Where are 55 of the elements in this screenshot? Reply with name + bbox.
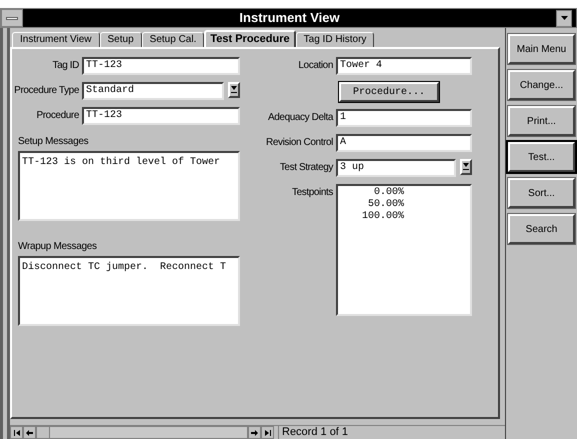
field-label: Adequacy Delta xyxy=(266,111,334,125)
tab[interactable]: Setup Cal. xyxy=(142,32,204,47)
side-button[interactable]: Search xyxy=(508,214,575,244)
window-title: Instrument View xyxy=(239,9,340,28)
system-menu-button[interactable] xyxy=(1,9,23,27)
text-field[interactable]: 1 xyxy=(336,109,472,127)
dropdown-button[interactable] xyxy=(228,82,240,98)
scroll-thumb[interactable] xyxy=(37,427,50,438)
field-label: Procedure xyxy=(35,109,80,123)
scrollbar[interactable] xyxy=(36,426,248,439)
dropdown-field[interactable]: Standard xyxy=(82,82,224,100)
menu-bar-icon xyxy=(6,16,18,20)
dropdown-field[interactable]: 3 up xyxy=(336,159,456,177)
dropdown-arrow-icon xyxy=(231,86,237,94)
field-label: Procedure Type xyxy=(13,84,80,98)
tab[interactable]: Setup xyxy=(100,32,142,47)
testpoints-list[interactable]: 0.00% 50.00% 100.00% xyxy=(336,184,472,316)
dropdown-button[interactable] xyxy=(460,159,472,175)
right-arrow-icon xyxy=(251,430,258,436)
messages-label: Setup Messages xyxy=(17,135,90,149)
first-icon xyxy=(14,430,20,436)
field-label: Test Strategy xyxy=(278,161,334,175)
messages-area[interactable]: TT-123 is on third level of Tower xyxy=(18,151,240,221)
field-label: Revision Control xyxy=(265,136,334,150)
previous-record-button[interactable] xyxy=(23,426,36,439)
record-counter: Record 1 of 1 xyxy=(278,426,348,439)
dropdown-arrow-icon xyxy=(463,163,469,171)
tab[interactable]: Test Procedure xyxy=(204,30,296,47)
field-label: Location xyxy=(297,59,334,73)
tab[interactable]: Tag ID History xyxy=(296,32,374,47)
field-label: Testpoints xyxy=(290,186,334,200)
text-field[interactable]: A xyxy=(336,134,472,152)
procedure-button[interactable]: Procedure... xyxy=(339,82,439,102)
minimize-button[interactable] xyxy=(556,10,572,26)
last-icon xyxy=(264,430,270,436)
text-field[interactable]: Tower 4 xyxy=(336,57,472,75)
messages-label: Wrapup Messages xyxy=(17,240,98,254)
side-button[interactable]: Test... xyxy=(508,142,575,172)
text-field[interactable]: TT-123 xyxy=(82,57,240,75)
side-button[interactable]: Print... xyxy=(508,106,575,136)
messages-area[interactable]: Disconnect TC jumper. Reconnect T xyxy=(18,256,240,326)
left-arrow-icon xyxy=(26,430,33,436)
text-field[interactable]: TT-123 xyxy=(82,107,240,125)
list-item[interactable]: 0.00% xyxy=(340,187,404,199)
first-record-button[interactable] xyxy=(10,426,23,439)
field-label: Tag ID xyxy=(51,59,80,73)
last-record-button[interactable] xyxy=(261,426,274,439)
side-button[interactable]: Sort... xyxy=(508,178,575,208)
list-item[interactable]: 50.00% xyxy=(340,199,404,211)
side-button[interactable]: Change... xyxy=(508,70,575,100)
down-arrow-icon xyxy=(560,16,568,20)
next-record-button[interactable] xyxy=(248,426,261,439)
tab[interactable]: Instrument View xyxy=(12,32,100,47)
list-item[interactable]: 100.00% xyxy=(340,211,404,223)
side-button[interactable]: Main Menu xyxy=(508,34,575,64)
